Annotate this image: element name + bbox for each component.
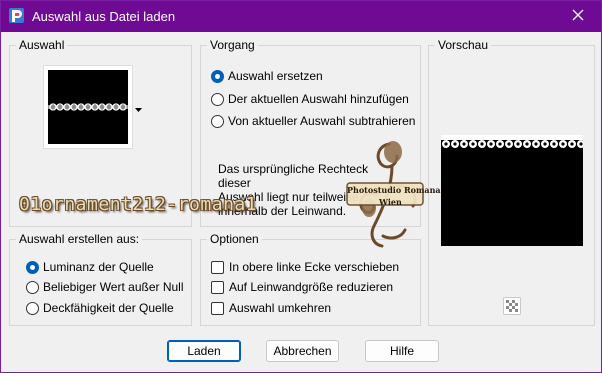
radio-auswahl-ersetzen[interactable]: Auswahl ersetzen xyxy=(211,69,323,83)
abbrechen-button[interactable]: Abbrechen xyxy=(266,340,339,362)
optionen-group-title: Optionen xyxy=(207,232,262,246)
selection-thumbnail[interactable] xyxy=(43,65,133,149)
radio-indicator xyxy=(26,301,39,315)
dialog-window: Auswahl aus Datei laden Auswahl Vorgang … xyxy=(0,0,602,373)
radio-indicator xyxy=(211,69,224,83)
vorschau-group: Vorschau xyxy=(428,38,595,326)
checkbox-label: Auswahl umkehren xyxy=(229,301,332,315)
vorgang-group-title: Vorgang xyxy=(207,38,258,52)
radio-indicator xyxy=(211,114,224,128)
radio-indicator xyxy=(211,92,224,106)
watermark-text: 01ornament212-romana1 xyxy=(19,194,258,215)
radio-hinzufuegen[interactable]: Der aktuellen Auswahl hinzufügen xyxy=(211,92,409,106)
radio-label: Luminanz der Quelle xyxy=(43,260,154,274)
radio-indicator xyxy=(26,260,39,274)
checkbox-obere-linke-ecke[interactable]: In obere linke Ecke verschieben xyxy=(211,260,399,274)
window-title: Auswahl aus Datei laden xyxy=(32,9,176,24)
radio-label: Deckfähigkeit der Quelle xyxy=(43,301,174,315)
seal-text-studio: Photostudio Romana xyxy=(347,185,441,195)
radio-label: Von aktueller Auswahl subtrahieren xyxy=(228,114,416,128)
paintshop-icon xyxy=(9,8,24,23)
radio-label: Auswahl ersetzen xyxy=(228,69,323,83)
title-bar[interactable]: Auswahl aus Datei laden xyxy=(1,1,601,32)
close-button[interactable] xyxy=(555,1,601,32)
checkbox-label: Auf Leinwandgröße reduzieren xyxy=(229,280,394,294)
erstellen-group-title: Auswahl erstellen aus: xyxy=(16,232,143,246)
checkbox-auswahl-umkehren[interactable]: Auswahl umkehren xyxy=(211,301,331,315)
auswahl-group-title: Auswahl xyxy=(16,38,68,52)
vorschau-group-title: Vorschau xyxy=(435,38,492,52)
radio-beliebiger-wert[interactable]: Beliebiger Wert außer Null xyxy=(26,280,184,294)
checkbox-label: In obere linke Ecke verschieben xyxy=(229,260,400,274)
radio-subtrahieren[interactable]: Von aktueller Auswahl subtrahieren xyxy=(211,114,415,128)
radio-indicator xyxy=(26,280,39,294)
radio-label: Beliebiger Wert außer Null xyxy=(43,280,184,294)
dropdown-arrow-icon[interactable] xyxy=(135,102,142,116)
radio-deckfaehigkeit[interactable]: Deckfähigkeit der Quelle xyxy=(26,301,174,315)
checkbox-leinwandgroesse[interactable]: Auf Leinwandgröße reduzieren xyxy=(211,280,393,294)
close-icon xyxy=(572,9,584,24)
checkerboard-icon[interactable] xyxy=(503,297,521,315)
hilfe-button[interactable]: Hilfe xyxy=(365,340,439,362)
laden-button[interactable]: Laden xyxy=(167,340,241,362)
checkbox-indicator xyxy=(211,260,224,274)
selection-thumbnail-image xyxy=(48,70,128,144)
seal-text-city: Wien xyxy=(379,197,402,207)
preview-image xyxy=(441,135,583,246)
radio-luminanz[interactable]: Luminanz der Quelle xyxy=(26,260,154,274)
radio-label: Der aktuellen Auswahl hinzufügen xyxy=(228,92,409,106)
checkbox-indicator xyxy=(211,280,224,294)
seal-ornament-image xyxy=(346,141,424,248)
checkbox-indicator xyxy=(211,301,224,315)
